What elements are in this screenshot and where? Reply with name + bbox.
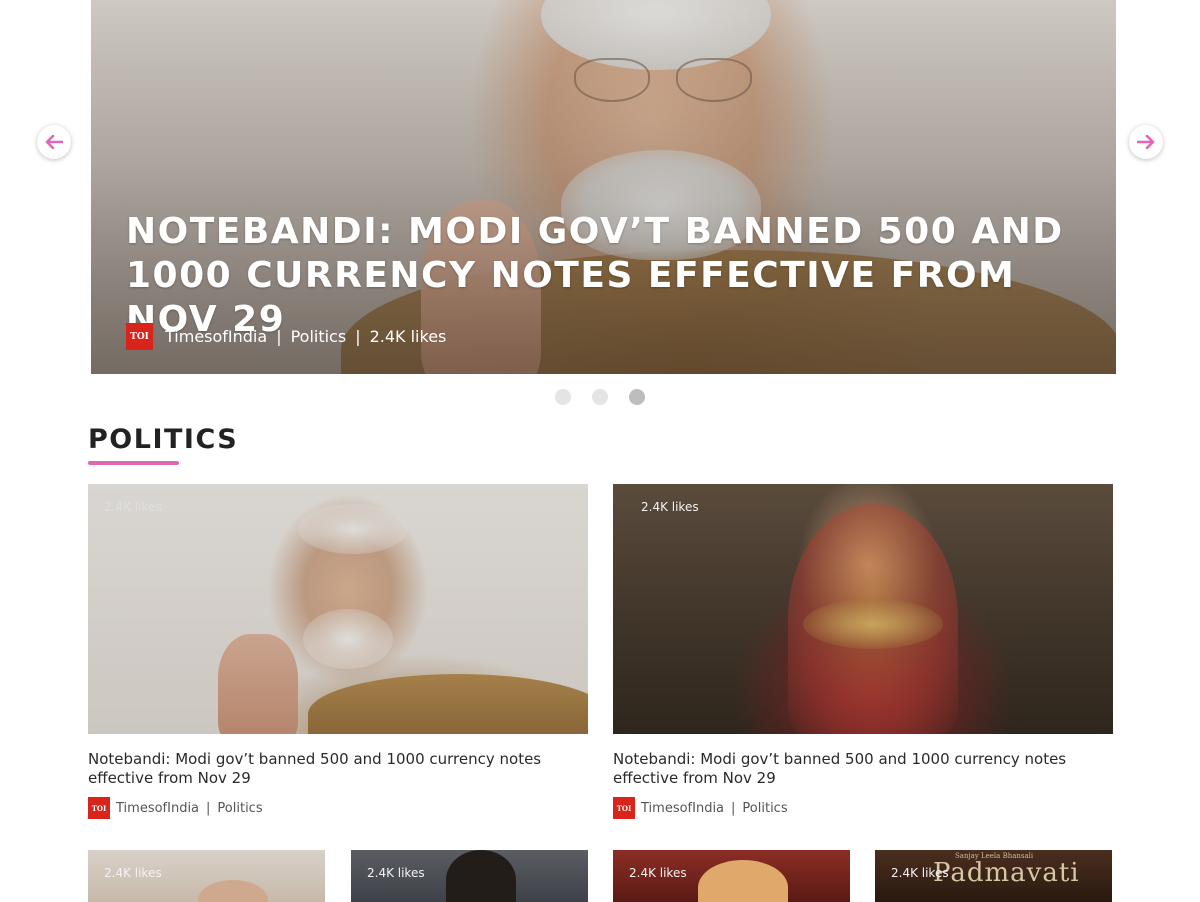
article-card-small[interactable]: 2.4K likes — [613, 850, 850, 902]
article-thumbnail[interactable]: 2.4K likes — [88, 484, 588, 734]
article-title[interactable]: Notebandi: Modi gov’t banned 500 and 100… — [613, 750, 1103, 788]
likes-count: 2.4K likes — [641, 500, 699, 514]
arrow-right-icon — [1137, 135, 1155, 149]
slider-next-button[interactable] — [1129, 125, 1163, 159]
arrow-left-icon — [45, 135, 63, 149]
section-title: POLITICS — [88, 424, 239, 455]
hero-separator: | — [276, 327, 282, 346]
likes-count: 2.4K likes — [629, 866, 687, 880]
slider-dot-2[interactable] — [592, 389, 608, 405]
section-title-underline — [88, 461, 179, 465]
article-thumbnail[interactable]: Sanjay Leela Bhansali Padmavati 2.4K lik… — [875, 850, 1112, 902]
article-title[interactable]: Notebandi: Modi gov’t banned 500 and 100… — [88, 750, 578, 788]
hero-slide[interactable]: NOTEBANDI: MODI GOV’T BANNED 500 AND 100… — [91, 0, 1116, 374]
article-card-small[interactable]: 2.4K likes — [351, 850, 588, 902]
thumbnail-detail — [218, 634, 298, 734]
likes-count: 2.4K likes — [104, 500, 162, 514]
thumbnail-detail — [308, 674, 588, 734]
thumbnail-detail — [198, 880, 268, 902]
article-thumbnail[interactable]: 2.4K likes — [351, 850, 588, 902]
article-card[interactable]: 2.4K likes Notebandi: Modi gov’t banned … — [613, 484, 1113, 819]
likes-count: 2.4K likes — [891, 866, 949, 880]
toi-logo-icon: TOI — [613, 797, 635, 819]
thumbnail-detail — [446, 850, 516, 902]
slider-dots — [555, 389, 666, 405]
article-card-small[interactable]: Sanjay Leela Bhansali Padmavati 2.4K lik… — [875, 850, 1112, 902]
meta-separator: | — [206, 800, 211, 816]
hero-category[interactable]: Politics — [291, 327, 347, 346]
article-meta: TOI TimesofIndia | Politics — [88, 797, 588, 819]
thumbnail-detail — [803, 599, 943, 649]
hero-meta: TOI TimesofIndia | Politics | 2.4K likes — [126, 323, 446, 350]
slider-dot-1[interactable] — [555, 389, 571, 405]
thumbnail-detail — [303, 609, 393, 669]
article-thumbnail[interactable]: 2.4K likes — [88, 850, 325, 902]
article-card[interactable]: 2.4K likes Notebandi: Modi gov’t banned … — [88, 484, 588, 819]
article-thumbnail[interactable]: 2.4K likes — [613, 484, 1113, 734]
toi-logo-icon: TOI — [126, 323, 153, 350]
article-source[interactable]: TimesofIndia — [116, 801, 199, 816]
article-category[interactable]: Politics — [217, 801, 262, 816]
article-meta: TOI TimesofIndia | Politics — [613, 797, 1113, 819]
hero-separator: | — [355, 327, 361, 346]
article-category[interactable]: Politics — [742, 801, 787, 816]
likes-count: 2.4K likes — [104, 866, 162, 880]
thumbnail-detail — [698, 860, 788, 902]
slider-dot-3-active[interactable] — [629, 389, 645, 405]
likes-count: 2.4K likes — [367, 866, 425, 880]
hero-source[interactable]: TimesofIndia — [165, 327, 267, 346]
hero-likes: 2.4K likes — [369, 327, 447, 346]
toi-logo-icon: TOI — [88, 797, 110, 819]
poster-title: Padmavati — [933, 858, 1080, 888]
article-source[interactable]: TimesofIndia — [641, 801, 724, 816]
meta-separator: | — [731, 800, 736, 816]
article-card-small[interactable]: 2.4K likes — [88, 850, 325, 902]
slider-prev-button[interactable] — [37, 125, 71, 159]
article-thumbnail[interactable]: 2.4K likes — [613, 850, 850, 902]
thumbnail-detail — [298, 504, 408, 554]
